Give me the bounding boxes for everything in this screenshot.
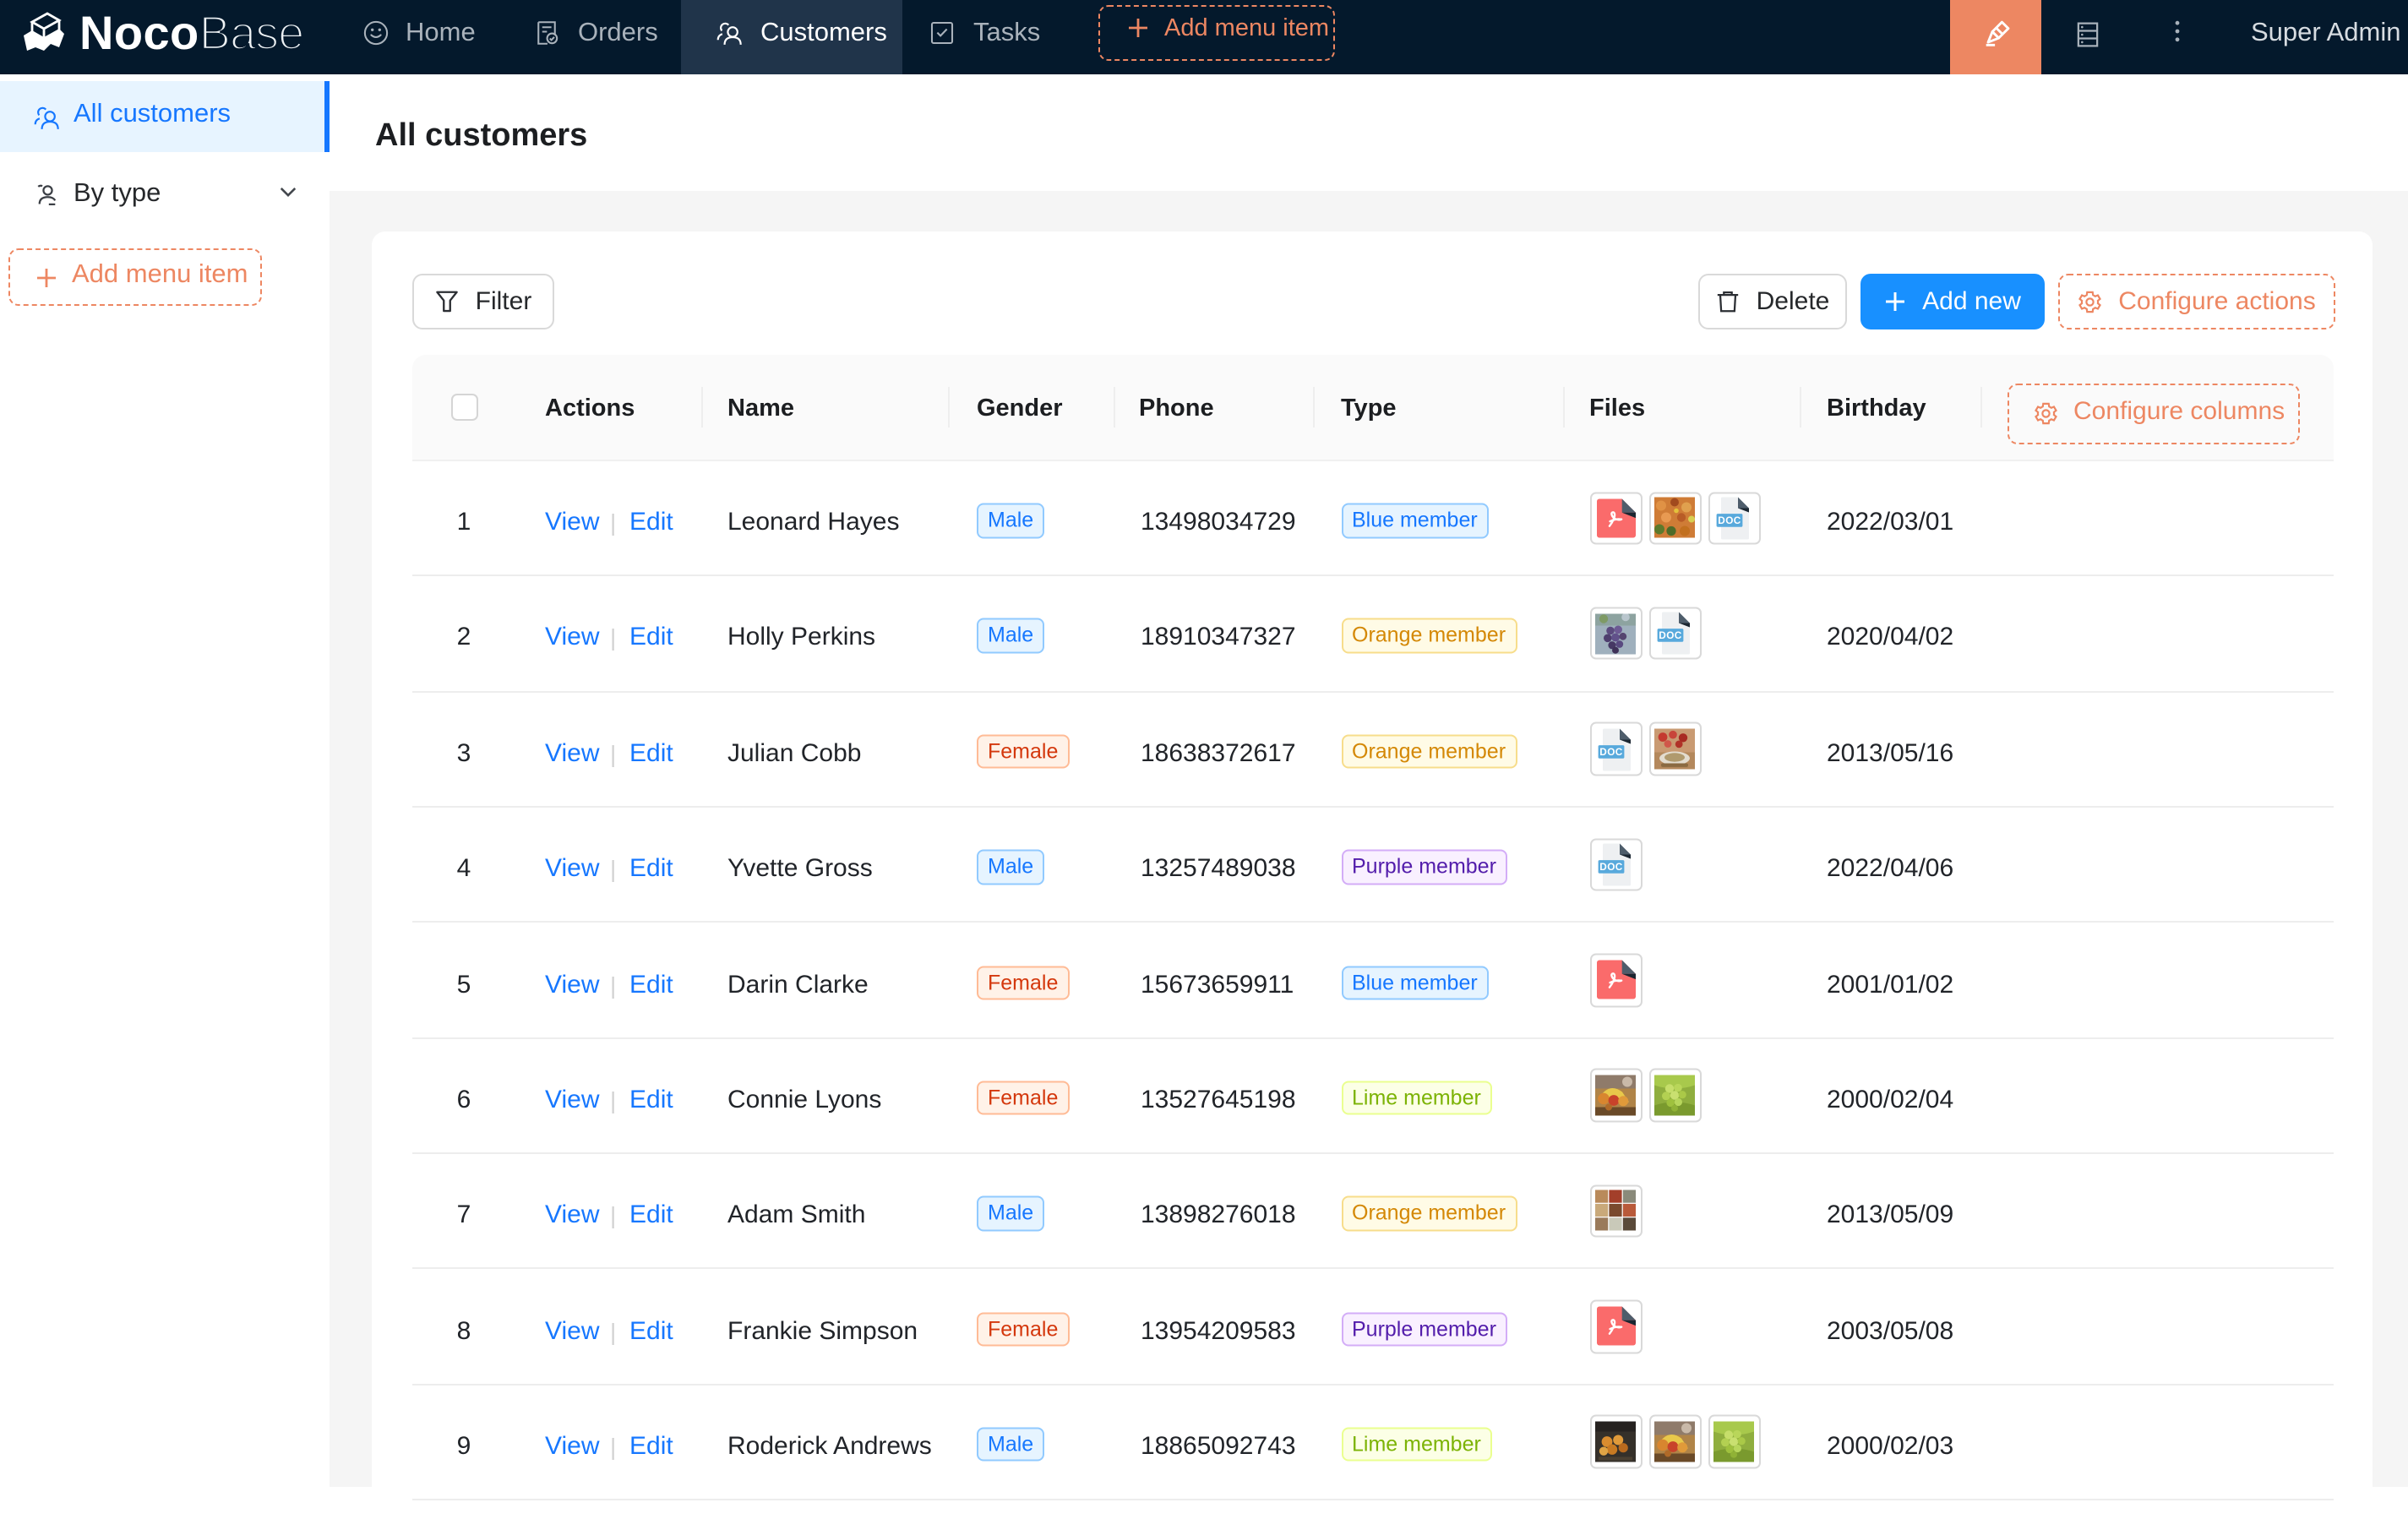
svg-text:DOC: DOC [1659,630,1682,642]
svg-text:DOC: DOC [1719,514,1741,526]
svg-text:DOC: DOC [1600,745,1623,757]
svg-text:DOC: DOC [1600,861,1623,873]
